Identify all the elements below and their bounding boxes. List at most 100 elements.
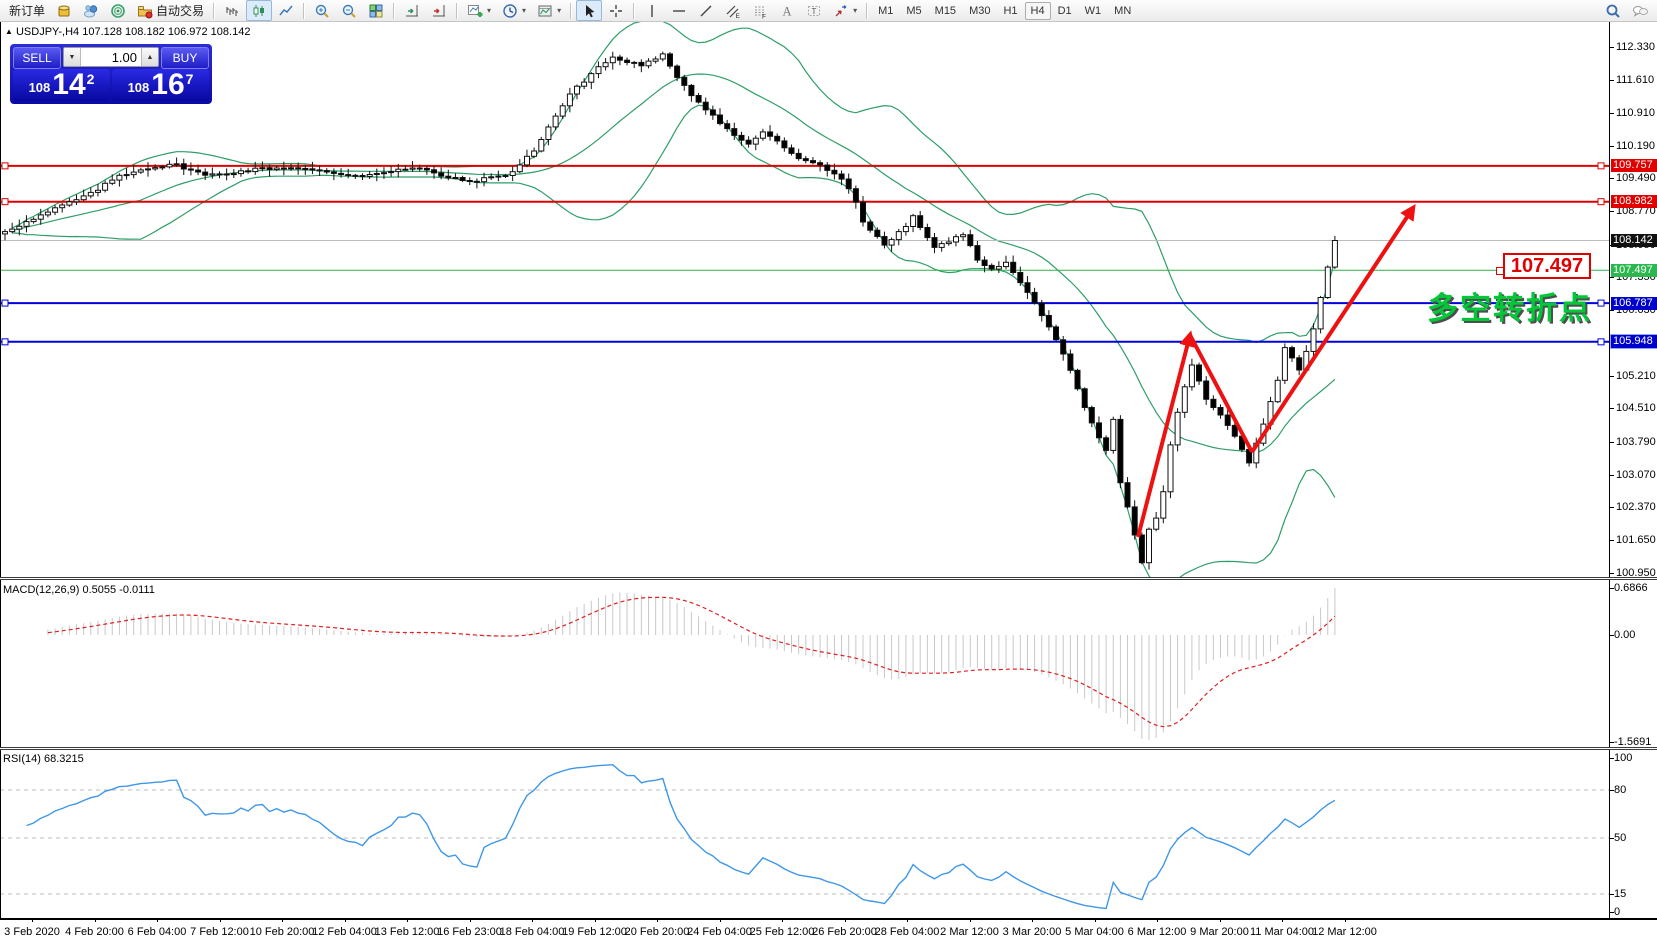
line-handle[interactable] [1, 338, 9, 346]
toolbar-separator [213, 2, 216, 19]
time-label: 11 Mar 04:00 [1249, 926, 1314, 938]
price-badge-105.948: 105.948 [1610, 334, 1657, 350]
rsi-tick-label: 15 [1614, 888, 1627, 900]
tile-windows-button[interactable] [363, 0, 389, 21]
templates-button[interactable]: ▾ [532, 0, 566, 21]
line-handle[interactable] [1597, 162, 1605, 170]
text-button[interactable]: A [774, 0, 800, 21]
time-label: 12 Mar 12:00 [1312, 926, 1377, 938]
rsi-tick [1610, 894, 1614, 895]
sell-button[interactable]: SELL [13, 47, 61, 69]
timeframe-h1[interactable]: H1 [997, 2, 1023, 20]
price-tick-label: 110.910 [1616, 106, 1655, 119]
add-indicator-button[interactable]: ▾ [462, 0, 496, 21]
sell-price[interactable]: 108 14 2 [13, 69, 110, 101]
timeframe-d1[interactable]: D1 [1052, 2, 1078, 20]
sell-price-big: 14 [52, 68, 86, 101]
zoom-out-button[interactable] [336, 0, 362, 21]
price-badge-109.757: 109.757 [1611, 159, 1657, 173]
trend-arrow-segment[interactable] [1188, 334, 1254, 453]
time-label: 7 Feb 12:00 [190, 926, 249, 938]
time-label: 24 Feb 04:00 [687, 926, 752, 938]
dropdown-caret-icon[interactable]: ▾ [557, 6, 561, 15]
price-tick [1610, 47, 1614, 48]
timeframe-m5[interactable]: M5 [900, 2, 927, 20]
price-tick-label: 101.650 [1616, 534, 1656, 547]
fibonacci-button[interactable]: F [747, 0, 773, 21]
new-order-button[interactable]: 新订单 [4, 0, 50, 21]
volume-increase-button[interactable]: ▲ [141, 48, 158, 66]
line-handle[interactable] [1597, 338, 1605, 346]
label-button[interactable]: T [801, 0, 827, 21]
chat-button[interactable] [1627, 0, 1653, 21]
rsi-tick [1610, 912, 1614, 913]
price-tick [1610, 540, 1614, 542]
timeframe-mn[interactable]: MN [1108, 2, 1137, 20]
line-handle[interactable] [1, 299, 9, 307]
time-label: 16 Feb 23:00 [437, 926, 502, 938]
vertical-line-button[interactable] [639, 0, 665, 21]
timeframe-m30[interactable]: M30 [963, 2, 996, 20]
timeframe-h4[interactable]: H4 [1024, 1, 1051, 20]
timeframe-mn-label: MN [1114, 4, 1132, 17]
toolbar-separator [303, 2, 306, 19]
templates-icon [538, 5, 552, 16]
history-center-icon [58, 5, 70, 16]
buy-price-sup: 7 [185, 71, 194, 87]
volume-value[interactable]: 1.00 [81, 48, 141, 66]
bar-chart-mode-button[interactable] [219, 0, 245, 21]
buy-price[interactable]: 108 16 7 [112, 69, 209, 101]
macd-tick-label: 0.6866 [1614, 581, 1648, 594]
auto-scroll-button[interactable] [399, 0, 425, 21]
line-handle[interactable] [1597, 299, 1605, 307]
price-tick-label: 108.770 [1616, 205, 1656, 218]
collapse-icon[interactable]: ▲ [5, 27, 13, 36]
time-label: 9 Mar 20:00 [1190, 926, 1249, 938]
line-handle[interactable] [1, 198, 9, 206]
terminal-window: 新订单 自动交易 ▾ ▾ ▾ E F A T ▾ M1 M5 M15 M30 H1 H4 D1 W1 MN ▲ US… [0, 0, 1657, 941]
price-callout[interactable]: 107.497 [1503, 253, 1591, 279]
autotrading-button[interactable]: 自动交易 [132, 0, 209, 21]
line-handle[interactable] [1, 162, 9, 170]
history-center-button[interactable] [51, 0, 77, 21]
line-handle[interactable] [1597, 198, 1605, 206]
timeframe-m1[interactable]: M1 [872, 2, 899, 20]
chart-shift-button[interactable] [426, 0, 452, 21]
arrows-button[interactable]: ▾ [828, 0, 862, 21]
cursor-button[interactable] [576, 0, 603, 21]
channel-button[interactable]: E [720, 0, 746, 21]
price-tick [1610, 572, 1614, 574]
signals-button[interactable] [105, 0, 131, 21]
macd-pane-splitter[interactable] [0, 577, 1657, 580]
zoom-in-button[interactable] [309, 0, 335, 21]
dropdown-caret-icon[interactable]: ▾ [853, 6, 857, 15]
chart-shift-icon [433, 4, 446, 16]
new-order-button-label: 新订单 [9, 4, 46, 18]
periods-button[interactable]: ▾ [497, 0, 531, 21]
timeframe-w1[interactable]: W1 [1079, 2, 1108, 20]
trend-line-button[interactable] [693, 0, 719, 21]
rsi-pane-splitter[interactable] [0, 747, 1657, 750]
community-button[interactable] [78, 0, 104, 21]
dropdown-caret-icon[interactable]: ▾ [487, 6, 491, 15]
line-chart-mode-button[interactable] [273, 0, 299, 21]
price-badge-108.142: 108.142 [1611, 233, 1657, 247]
buy-button[interactable]: BUY [161, 47, 209, 69]
dropdown-caret-icon[interactable]: ▾ [522, 6, 526, 15]
timeframe-m15[interactable]: M15 [929, 2, 962, 20]
crosshair-button[interactable] [603, 0, 629, 21]
signals-icon [111, 3, 125, 18]
arrows-icon [835, 4, 847, 16]
rsi-tick [1610, 758, 1614, 759]
macd-tick-label: 0.00 [1614, 629, 1636, 641]
price-callout-anchor[interactable] [1496, 267, 1504, 275]
horizontal-line-button[interactable] [666, 0, 692, 21]
time-axis-border [0, 918, 1657, 920]
price-tick [1610, 441, 1614, 443]
search-button[interactable] [1600, 0, 1626, 21]
chinese-annotation[interactable]: 多空转折点 [1427, 283, 1592, 328]
price-tick [1610, 112, 1614, 114]
candlestick-mode-button[interactable] [246, 0, 273, 21]
svg-text:E: E [736, 13, 741, 19]
volume-decrease-button[interactable]: ▼ [64, 48, 81, 66]
